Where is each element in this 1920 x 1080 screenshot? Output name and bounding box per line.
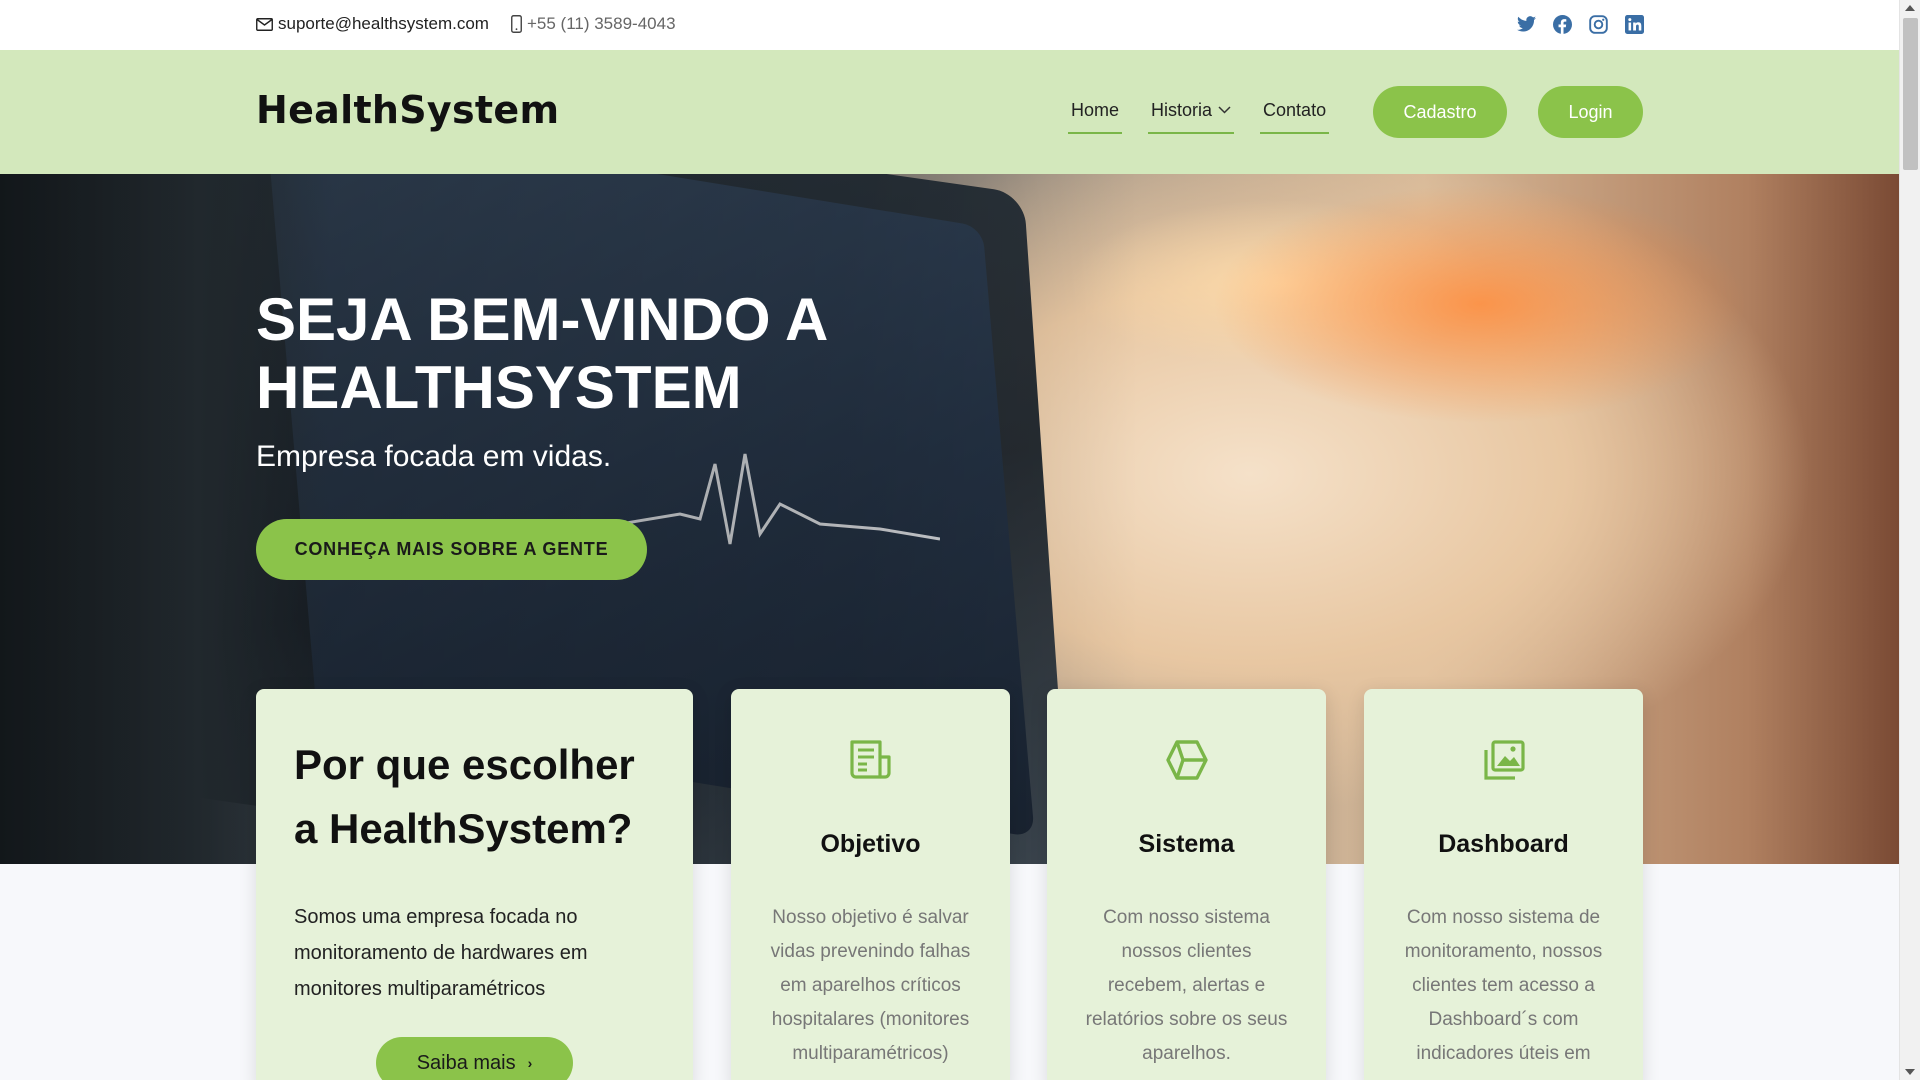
document-icon <box>849 740 891 779</box>
site-logo[interactable]: HealthSystem <box>256 88 559 132</box>
chevron-right-icon: › <box>527 1055 533 1071</box>
nav-historia-label: Historia <box>1151 99 1213 120</box>
email-contact[interactable]: suporte@healthsystem.com <box>256 14 489 34</box>
linkedin-icon[interactable] <box>1624 14 1644 34</box>
cube-icon <box>1165 740 1208 780</box>
feature-card-sistema: Sistema Com nosso sistema nossos cliente… <box>1047 689 1326 1080</box>
nav-historia[interactable]: Historia <box>1148 98 1235 134</box>
feature-title: Sistema <box>1138 830 1235 858</box>
hero-subtitle: Empresa focada em vidas. <box>256 440 612 473</box>
feature-text: Com nosso sistema de monitoramento, noss… <box>1404 907 1603 1064</box>
chevron-down-icon <box>1218 106 1231 114</box>
feature-text: Nosso objetivo é salvar vidas prevenindo… <box>770 907 971 1064</box>
envelope-icon <box>256 17 273 31</box>
scroll-up-arrow-icon[interactable] <box>1905 5 1915 11</box>
saiba-mais-label: Saiba mais <box>416 1051 516 1074</box>
login-button[interactable]: Login <box>1538 86 1643 138</box>
feature-card-objetivo: Objetivo Nosso objetivo é salvar vidas p… <box>731 689 1010 1080</box>
phone-contact[interactable]: +55 (11) 3589-4043 <box>511 14 676 34</box>
saiba-mais-button[interactable]: Saiba mais › <box>376 1037 573 1080</box>
nav-home[interactable]: Home <box>1068 98 1123 134</box>
scroll-down-arrow-icon[interactable] <box>1905 1069 1915 1075</box>
nav-contato[interactable]: Contato <box>1260 98 1330 134</box>
page-scrollbar[interactable] <box>1899 0 1920 1080</box>
feature-text: Com nosso sistema nossos clientes recebe… <box>1085 907 1288 1064</box>
social-links <box>1516 14 1660 34</box>
mobile-phone-icon <box>511 15 522 33</box>
feature-title: Objetivo <box>820 830 921 858</box>
contact-info: suporte@healthsystem.com +55 (11) 3589-4… <box>256 14 698 34</box>
scrollbar-thumb[interactable] <box>1903 18 1918 170</box>
facebook-icon[interactable] <box>1552 14 1572 34</box>
feature-card-dashboard: Dashboard Com nosso sistema de monitoram… <box>1364 689 1643 1080</box>
signup-button[interactable]: Cadastro <box>1373 86 1507 138</box>
main-nav: Home Historia Contato <box>1068 98 1355 134</box>
nav-home-label: Home <box>1071 99 1120 120</box>
nav-contato-label: Contato <box>1263 99 1327 120</box>
top-contact-bar: suporte@healthsystem.com +55 (11) 3589-4… <box>0 0 1899 50</box>
phone-text: +55 (11) 3589-4043 <box>526 14 676 33</box>
why-choose-card: Por que escolher a HealthSystem? Somos u… <box>256 689 693 1080</box>
email-text: suporte@healthsystem.com <box>278 14 489 33</box>
images-icon <box>1483 740 1525 780</box>
main-header: HealthSystem Home Historia Contato Cadas… <box>0 50 1899 174</box>
twitter-icon[interactable] <box>1516 14 1536 34</box>
hero-title: Seja bem-vindo a HealthSystem <box>256 286 827 421</box>
why-text: Somos uma empresa focada no monitorament… <box>294 906 588 1000</box>
why-title: Por que escolher a HealthSystem? <box>294 741 635 852</box>
feature-title: Dashboard <box>1438 830 1569 858</box>
instagram-icon[interactable] <box>1588 14 1608 34</box>
learn-more-about-us-button[interactable]: CONHEÇA MAIS SOBRE A GENTE <box>256 519 647 580</box>
